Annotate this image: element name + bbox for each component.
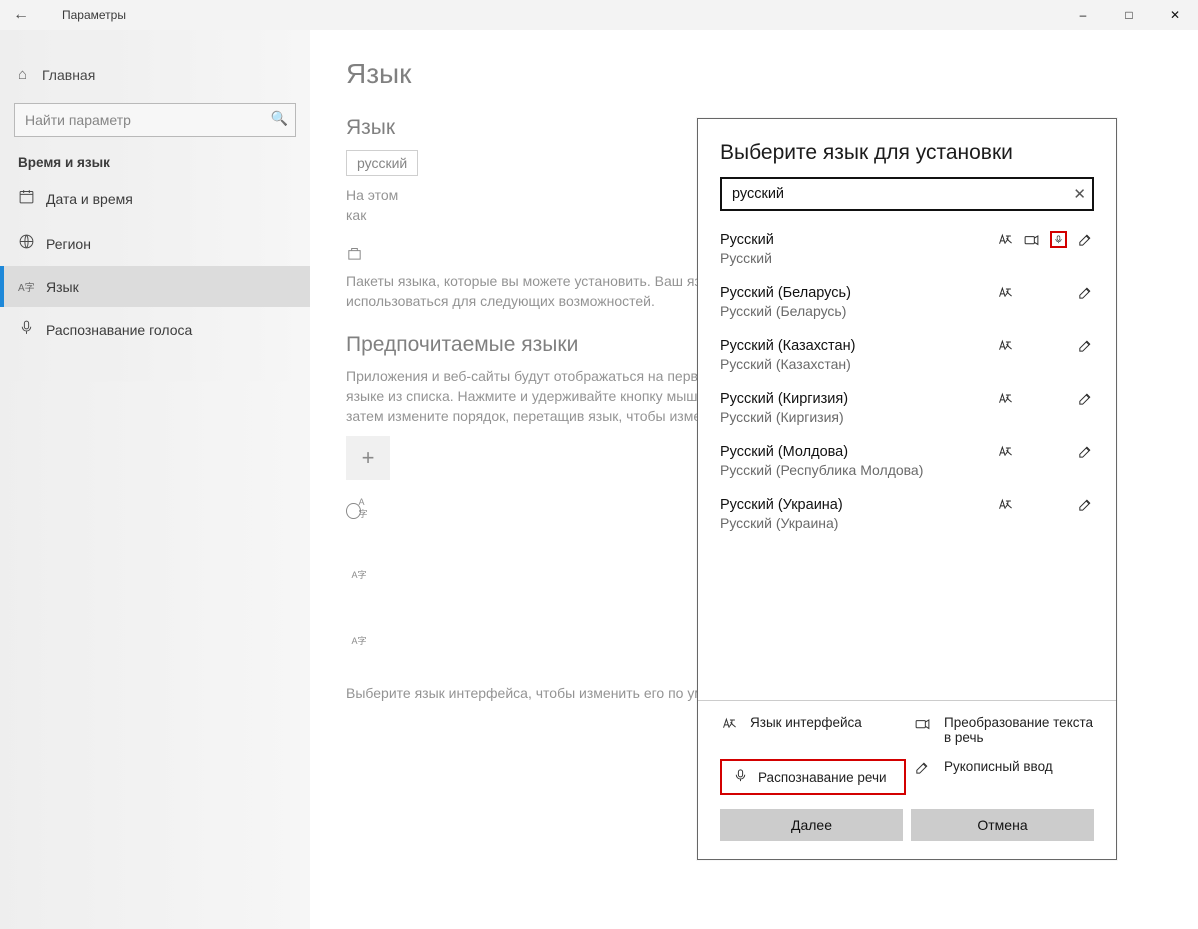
handwriting-icon — [1077, 390, 1094, 407]
sidebar-section-header: Время и язык — [0, 137, 310, 176]
sidebar-item-label: Дата и время — [46, 191, 133, 207]
handwriting-icon — [1077, 443, 1094, 460]
language-name: Русский (Беларусь) — [720, 285, 996, 301]
page-title: Язык — [346, 58, 1162, 90]
speech-recognition-icon — [732, 767, 750, 787]
text-to-speech-icon — [1023, 231, 1040, 248]
install-language-dialog: Выберите язык для установки ✕ Русский — [697, 118, 1117, 860]
clock-icon — [18, 188, 46, 209]
language-native: Русский (Казахстан) — [720, 356, 1094, 372]
dialog-title: Выберите язык для установки — [698, 119, 1116, 177]
language-name: Русский (Украина) — [720, 497, 996, 513]
display-language-icon — [996, 231, 1013, 248]
display-language-icon — [720, 715, 738, 735]
sidebar-home-label: Главная — [42, 67, 95, 83]
language-name: Русский (Киргизия) — [720, 391, 996, 407]
language-pack-icon — [346, 562, 372, 588]
legend-hand: Рукописный ввод — [944, 759, 1094, 774]
speech-recognition-icon — [1050, 231, 1067, 248]
sidebar-item-region[interactable]: Регион — [0, 221, 310, 266]
language-name: Русский (Казахстан) — [720, 338, 996, 354]
sidebar-search-input[interactable] — [14, 103, 296, 137]
sidebar-item-label: Язык — [46, 279, 79, 295]
handwriting-icon — [1077, 231, 1094, 248]
language-name: Русский (Молдова) — [720, 444, 996, 460]
clear-search-icon[interactable]: ✕ — [1073, 185, 1086, 203]
handwriting-icon — [1077, 496, 1094, 513]
close-button[interactable]: ✕ — [1152, 0, 1198, 30]
language-result[interactable]: Русский (Украина) Русский (Украина) — [698, 488, 1116, 541]
cancel-button[interactable]: Отмена — [911, 809, 1094, 841]
display-language-icon — [996, 496, 1013, 513]
language-result[interactable]: Русский (Казахстан) Русский (Казахстан) — [698, 329, 1116, 382]
sidebar-home[interactable]: ⌂ Главная — [0, 58, 310, 91]
sidebar-item-label: Распознавание голоса — [46, 322, 192, 338]
language-native: Русский (Республика Молдова) — [720, 462, 1094, 478]
language-icon: A字 — [18, 278, 46, 295]
language-native: Русский (Украина) — [720, 515, 1094, 531]
language-result[interactable]: Русский (Беларусь) Русский (Беларусь) — [698, 276, 1116, 329]
legend-speech-highlight: Распознавание речи — [720, 759, 906, 795]
language-native: Русский (Беларусь) — [720, 303, 1094, 319]
handwriting-icon — [1077, 284, 1094, 301]
main-content: Язык Язык русский На этомкак Пакеты язык… — [310, 30, 1198, 929]
sidebar-item-date-time[interactable]: Дата и время — [0, 176, 310, 221]
next-button[interactable]: Далее — [720, 809, 903, 841]
maximize-button[interactable]: □ — [1106, 0, 1152, 30]
minimize-button[interactable]: – — [1060, 0, 1106, 30]
add-language-button[interactable]: + — [346, 436, 390, 480]
home-icon: ⌂ — [18, 66, 42, 83]
para-text: как — [346, 207, 366, 223]
language-result[interactable]: Русский Русский — [698, 223, 1116, 276]
window-title: Параметры — [42, 8, 126, 22]
language-native: Русский (Киргизия) — [720, 409, 1094, 425]
display-language-icon — [996, 390, 1013, 407]
legend-speech: Распознавание речи — [758, 770, 887, 785]
text-to-speech-icon — [914, 715, 932, 735]
language-pack-icon — [346, 628, 372, 654]
language-pack-icon — [346, 496, 372, 522]
sidebar-item-speech[interactable]: Распознавание голоса — [0, 307, 310, 352]
language-result[interactable]: Русский (Молдова) Русский (Республика Мо… — [698, 435, 1116, 488]
feature-legend: Язык интерфейса Преобразование текста в … — [698, 700, 1116, 809]
display-language-icon — [996, 443, 1013, 460]
language-native: Русский — [720, 250, 1094, 266]
display-lang-select[interactable]: русский — [346, 150, 418, 176]
language-search-input[interactable] — [720, 177, 1094, 211]
legend-display: Язык интерфейса — [750, 715, 906, 730]
handwriting-icon — [1077, 337, 1094, 354]
language-name: Русский — [720, 232, 996, 248]
back-button[interactable]: ← — [0, 6, 42, 24]
store-icon — [346, 245, 363, 262]
titlebar: ← Параметры – □ ✕ — [0, 0, 1198, 30]
handwriting-icon — [914, 759, 932, 779]
para-text: На этом — [346, 187, 398, 203]
sidebar-item-label: Регион — [46, 236, 91, 252]
globe-icon — [18, 233, 46, 254]
display-language-icon — [996, 284, 1013, 301]
sidebar-item-language[interactable]: A字 Язык — [0, 266, 310, 307]
legend-tts: Преобразование текста в речь — [944, 715, 1094, 745]
sidebar: ⌂ Главная 🔍 Время и язык Дата и время Ре… — [0, 30, 310, 929]
display-language-icon — [996, 337, 1013, 354]
language-result[interactable]: Русский (Киргизия) Русский (Киргизия) — [698, 382, 1116, 435]
language-results: Русский Русский Русский (Беларусь) — [698, 223, 1116, 700]
search-icon: 🔍 — [271, 110, 288, 127]
microphone-icon — [18, 319, 46, 340]
